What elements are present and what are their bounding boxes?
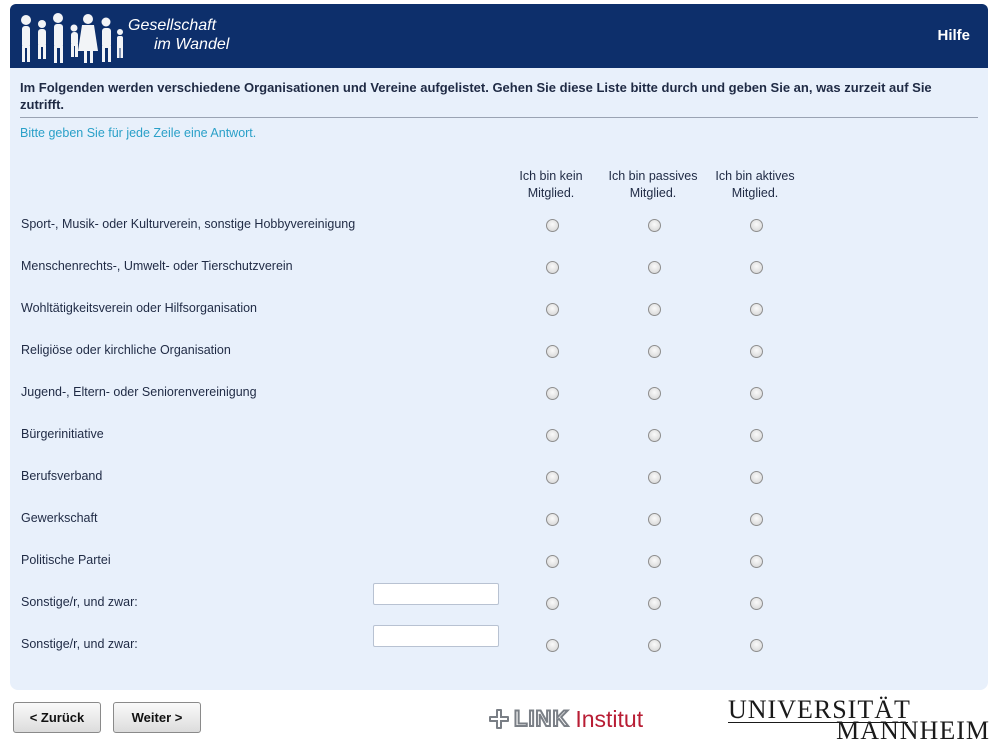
- radio-active-member[interactable]: [750, 513, 763, 526]
- instruction-text: Bitte geben Sie für jede Zeile eine Antw…: [20, 126, 257, 140]
- radio-active-member[interactable]: [750, 429, 763, 442]
- university-line-2: MANNHEIM: [836, 716, 990, 745]
- row-label: Jugend-, Eltern- oder Seniorenvereinigun…: [21, 385, 257, 399]
- radio-passive-member[interactable]: [648, 303, 661, 316]
- radio-active-member[interactable]: [750, 597, 763, 610]
- column-header-active-member: Ich bin aktives Mitglied.: [715, 169, 795, 200]
- radio-no-member[interactable]: [546, 303, 559, 316]
- table-row: Sport-, Musik- oder Kulturverein, sonsti…: [10, 217, 988, 259]
- radio-passive-member[interactable]: [648, 639, 661, 652]
- radio-no-member[interactable]: [546, 555, 559, 568]
- radio-passive-member[interactable]: [648, 387, 661, 400]
- radio-passive-member[interactable]: [648, 345, 661, 358]
- radio-active-member[interactable]: [750, 219, 763, 232]
- radio-active-member[interactable]: [750, 639, 763, 652]
- column-header-no-member: Ich bin kein Mitglied.: [519, 169, 583, 200]
- radio-no-member[interactable]: [546, 345, 559, 358]
- logo-line-1: Gesellschaft: [128, 17, 217, 34]
- row-label: Politische Partei: [21, 553, 111, 567]
- radio-active-member[interactable]: [750, 345, 763, 358]
- radio-no-member[interactable]: [546, 387, 559, 400]
- question-text: Im Folgenden werden verschiedene Organis…: [20, 80, 932, 112]
- link-word: LINK: [513, 705, 570, 732]
- row-label: Berufsverband: [21, 469, 103, 483]
- radio-passive-member[interactable]: [648, 219, 661, 232]
- header-bar: Gesellschaft im Wandel Hilfe: [10, 4, 988, 68]
- row-label: Sonstige/r, und zwar:: [21, 637, 138, 651]
- radio-passive-member[interactable]: [648, 597, 661, 610]
- radio-passive-member[interactable]: [648, 261, 661, 274]
- radio-no-member[interactable]: [546, 597, 559, 610]
- help-link[interactable]: Hilfe: [937, 27, 970, 44]
- row-label: Religiöse oder kirchliche Organisation: [21, 343, 231, 357]
- people-silhouette-icon: [21, 13, 123, 63]
- link-institut-logo: LINK Institut: [488, 705, 643, 733]
- column-header-passive-member: Ich bin passives Mitglied.: [608, 169, 698, 200]
- radio-active-member[interactable]: [750, 471, 763, 484]
- radio-no-member[interactable]: [546, 513, 559, 526]
- table-row: Sonstige/r, und zwar:: [10, 625, 988, 679]
- table-row: Wohltätigkeitsverein oder Hilfsorganisat…: [10, 301, 988, 343]
- other-organisation-input[interactable]: [373, 583, 499, 605]
- table-row: Gewerkschaft: [10, 511, 988, 553]
- link-cross-icon: [489, 709, 509, 729]
- radio-passive-member[interactable]: [648, 429, 661, 442]
- back-button[interactable]: < Zurück: [13, 702, 101, 733]
- logo-line-2: im Wandel: [154, 36, 230, 53]
- row-label: Sport-, Musik- oder Kulturverein, sonsti…: [21, 217, 356, 231]
- radio-no-member[interactable]: [546, 219, 559, 232]
- divider: [20, 117, 978, 118]
- row-label: Bürgerinitiative: [21, 427, 104, 441]
- radio-no-member[interactable]: [546, 639, 559, 652]
- radio-active-member[interactable]: [750, 261, 763, 274]
- university-mannheim-logo: UNIVERSITÄT MANNHEIM: [728, 696, 990, 745]
- table-row: Religiöse oder kirchliche Organisation: [10, 343, 988, 385]
- survey-panel: Im Folgenden werden verschiedene Organis…: [10, 68, 988, 690]
- table-row: Sonstige/r, und zwar:: [10, 583, 988, 637]
- radio-no-member[interactable]: [546, 471, 559, 484]
- row-label: Wohltätigkeitsverein oder Hilfsorganisat…: [21, 301, 257, 315]
- table-row: Bürgerinitiative: [10, 427, 988, 469]
- radio-passive-member[interactable]: [648, 555, 661, 568]
- institut-word: Institut: [575, 705, 644, 732]
- radio-active-member[interactable]: [750, 303, 763, 316]
- table-row: Jugend-, Eltern- oder Seniorenvereinigun…: [10, 385, 988, 427]
- table-row: Politische Partei: [10, 553, 988, 595]
- row-label: Gewerkschaft: [21, 511, 98, 525]
- next-button[interactable]: Weiter >: [113, 702, 201, 733]
- row-label: Menschenrechts-, Umwelt- oder Tierschutz…: [21, 259, 293, 273]
- radio-passive-member[interactable]: [648, 513, 661, 526]
- table-row: Menschenrechts-, Umwelt- oder Tierschutz…: [10, 259, 988, 301]
- radio-active-member[interactable]: [750, 387, 763, 400]
- row-label: Sonstige/r, und zwar:: [21, 595, 138, 609]
- radio-active-member[interactable]: [750, 555, 763, 568]
- site-logo: Gesellschaft im Wandel: [128, 16, 229, 54]
- other-organisation-input[interactable]: [373, 625, 499, 647]
- radio-passive-member[interactable]: [648, 471, 661, 484]
- table-row: Berufsverband: [10, 469, 988, 511]
- radio-no-member[interactable]: [546, 429, 559, 442]
- radio-no-member[interactable]: [546, 261, 559, 274]
